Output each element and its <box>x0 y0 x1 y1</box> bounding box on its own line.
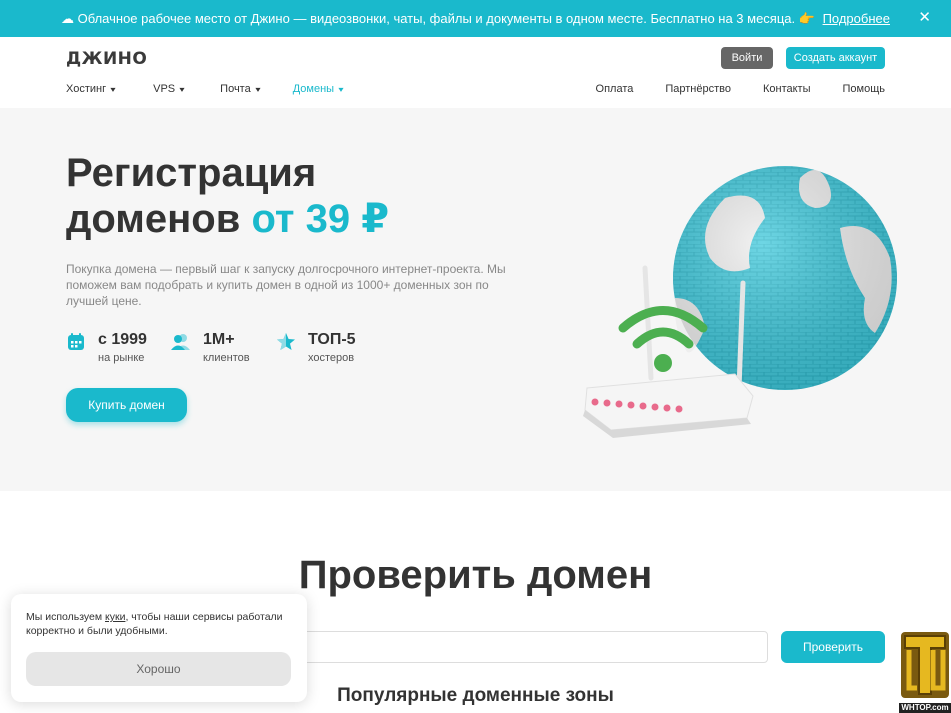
nav-item-partnership[interactable]: Партнёрство <box>665 83 731 95</box>
cookie-policy-link[interactable]: куки <box>105 611 125 623</box>
nav-item-help[interactable]: Помощь <box>843 83 886 95</box>
nav-item-payment[interactable]: Оплата <box>596 83 634 95</box>
cookie-banner: Мы используем куки, чтобы наши сервисы р… <box>11 594 307 702</box>
nav-label: Домены <box>292 83 335 95</box>
nav-item-vps[interactable]: VPS ▾ <box>153 83 185 95</box>
chevron-down-icon: ▾ <box>110 84 116 94</box>
cookie-text-before: Мы используем <box>26 611 106 623</box>
title-price: от 39 ₽ <box>251 197 390 241</box>
title-line-1: Регистрация <box>66 151 317 195</box>
promo-more-link[interactable]: Подробнее <box>823 11 890 26</box>
title-domains: доменов <box>66 197 241 241</box>
promo-banner: ☁ Облачное рабочее место от Джино — виде… <box>0 0 951 37</box>
nav-item-contacts[interactable]: Контакты <box>763 83 811 95</box>
whtop-logo-icon <box>901 632 949 698</box>
watermark-text: WHTOP.com <box>899 703 951 713</box>
main-nav: Хостинг ▾ VPS ▾ Почта ▾ Домены ▾ <box>66 83 344 95</box>
chevron-down-icon: ▾ <box>338 84 344 94</box>
page-title: Регистрация доменов от 39 ₽ <box>66 150 389 242</box>
check-domain-title: Проверить домен <box>298 553 653 597</box>
stat-label: хостеров <box>308 352 355 364</box>
nav-label: VPS <box>153 83 176 95</box>
whtop-watermark: WHTOP.com <box>899 630 951 713</box>
chevron-down-icon: ▾ <box>179 84 185 94</box>
domain-search-input[interactable] <box>300 631 768 663</box>
stat-value: 1M+ <box>203 331 235 348</box>
stat-value: с 1999 <box>98 331 147 348</box>
cookie-message: Мы используем куки, чтобы наши сервисы р… <box>26 610 296 638</box>
stat-label: на рынке <box>98 352 145 364</box>
check-domain-button[interactable]: Проверить <box>781 631 885 663</box>
star-icon <box>277 333 295 350</box>
login-button[interactable]: Войти <box>721 47 773 69</box>
nav-label: Хостинг <box>66 83 107 95</box>
nav-item-mail[interactable]: Почта ▾ <box>220 83 260 95</box>
stat-clients: 1M+ клиентов <box>171 330 276 366</box>
nav-item-hosting[interactable]: Хостинг ▾ <box>66 83 116 95</box>
cookie-accept-button[interactable]: Хорошо <box>26 652 291 686</box>
chevron-down-icon: ▾ <box>255 84 261 94</box>
cloud-icon: ☁ <box>61 10 74 26</box>
close-icon[interactable]: ✕ <box>918 10 931 26</box>
stats: с 1999 на рынке 1M+ клиентов ТОП-5 хосте… <box>66 330 381 366</box>
users-icon <box>171 334 190 350</box>
secondary-nav: Оплата Партнёрство Контакты Помощь <box>564 83 885 95</box>
stat-label: клиентов <box>203 352 250 364</box>
signup-button[interactable]: Создать аккаунт <box>786 47 885 69</box>
stat-rating: ТОП-5 хостеров <box>276 330 381 366</box>
globe-router-illustration <box>583 166 897 438</box>
buy-domain-button[interactable]: Купить домен <box>66 388 187 422</box>
logo[interactable]: ДЖИНО <box>66 49 147 69</box>
hero-description: Покупка домена — первый шаг к запуску до… <box>66 262 506 308</box>
title-line-2: доменов от 39 ₽ <box>66 196 389 242</box>
hero-section: Регистрация доменов от 39 ₽ Покупка доме… <box>0 108 951 491</box>
promo-text: Облачное рабочее место от Джино — видеоз… <box>77 10 815 26</box>
stat-value: ТОП-5 <box>308 331 356 348</box>
nav-label: Почта <box>220 83 251 95</box>
nav-item-domains[interactable]: Домены ▾ <box>292 83 344 95</box>
calendar-icon <box>68 333 84 350</box>
promo-message: ☁ Облачное рабочее место от Джино — виде… <box>61 11 890 27</box>
site-header: ДЖИНО Войти Создать аккаунт Хостинг ▾ VP… <box>0 37 951 108</box>
stat-years: с 1999 на рынке <box>66 330 171 366</box>
